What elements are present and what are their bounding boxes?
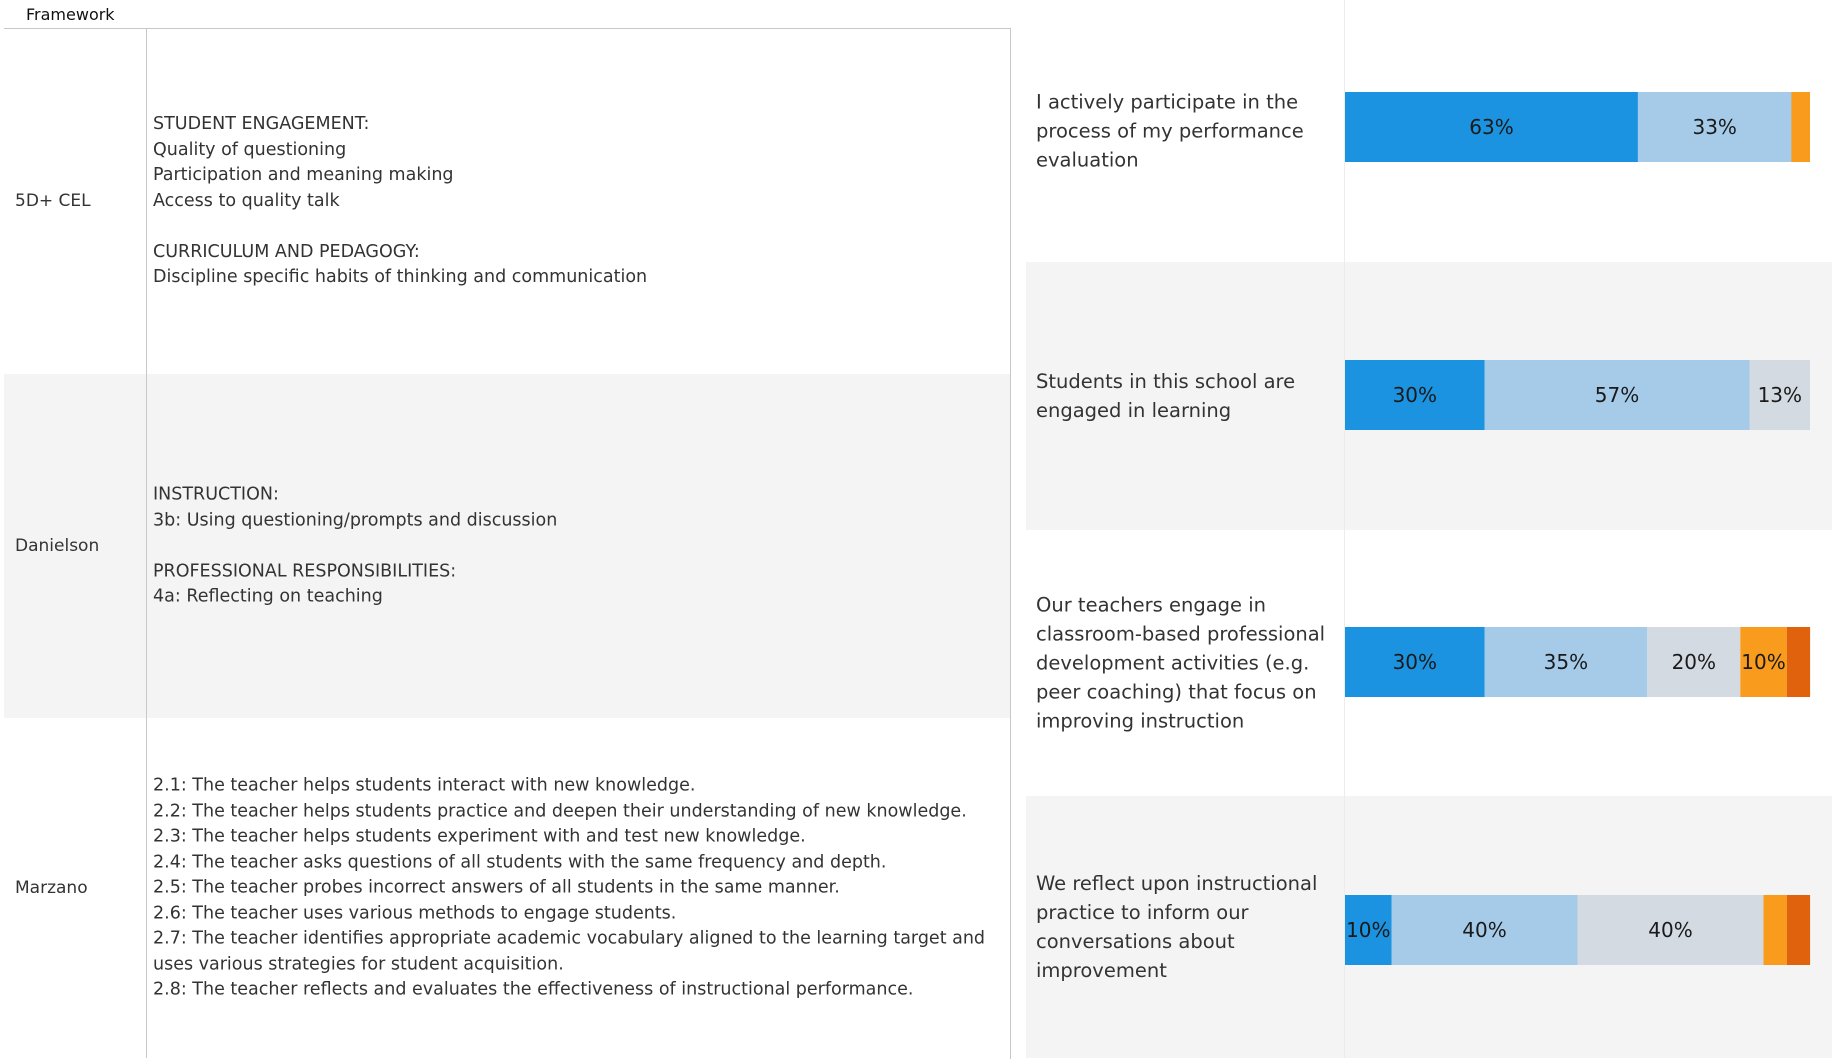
bar-segment[interactable]	[1763, 895, 1787, 965]
stacked-bar-chart: 63% 33% 30% 57% 13% 30% 35% 20% 10% 10% 40% 40%	[1345, 92, 1811, 965]
data-label: 40%	[1648, 918, 1692, 942]
data-label: 30%	[1393, 383, 1437, 407]
data-label: 20%	[1672, 650, 1716, 674]
data-label: 35%	[1544, 650, 1588, 674]
data-label: 63%	[1469, 115, 1513, 139]
data-label: 30%	[1393, 650, 1437, 674]
bar-segment[interactable]	[1786, 627, 1811, 697]
data-label: 40%	[1462, 918, 1506, 942]
data-label: 10%	[1741, 650, 1785, 674]
bar-segment[interactable]	[1791, 92, 1810, 162]
data-label: 13%	[1758, 383, 1802, 407]
data-label: 10%	[1346, 918, 1390, 942]
data-label: 33%	[1692, 115, 1736, 139]
data-label: 57%	[1595, 383, 1639, 407]
bar-segment[interactable]	[1786, 895, 1811, 965]
